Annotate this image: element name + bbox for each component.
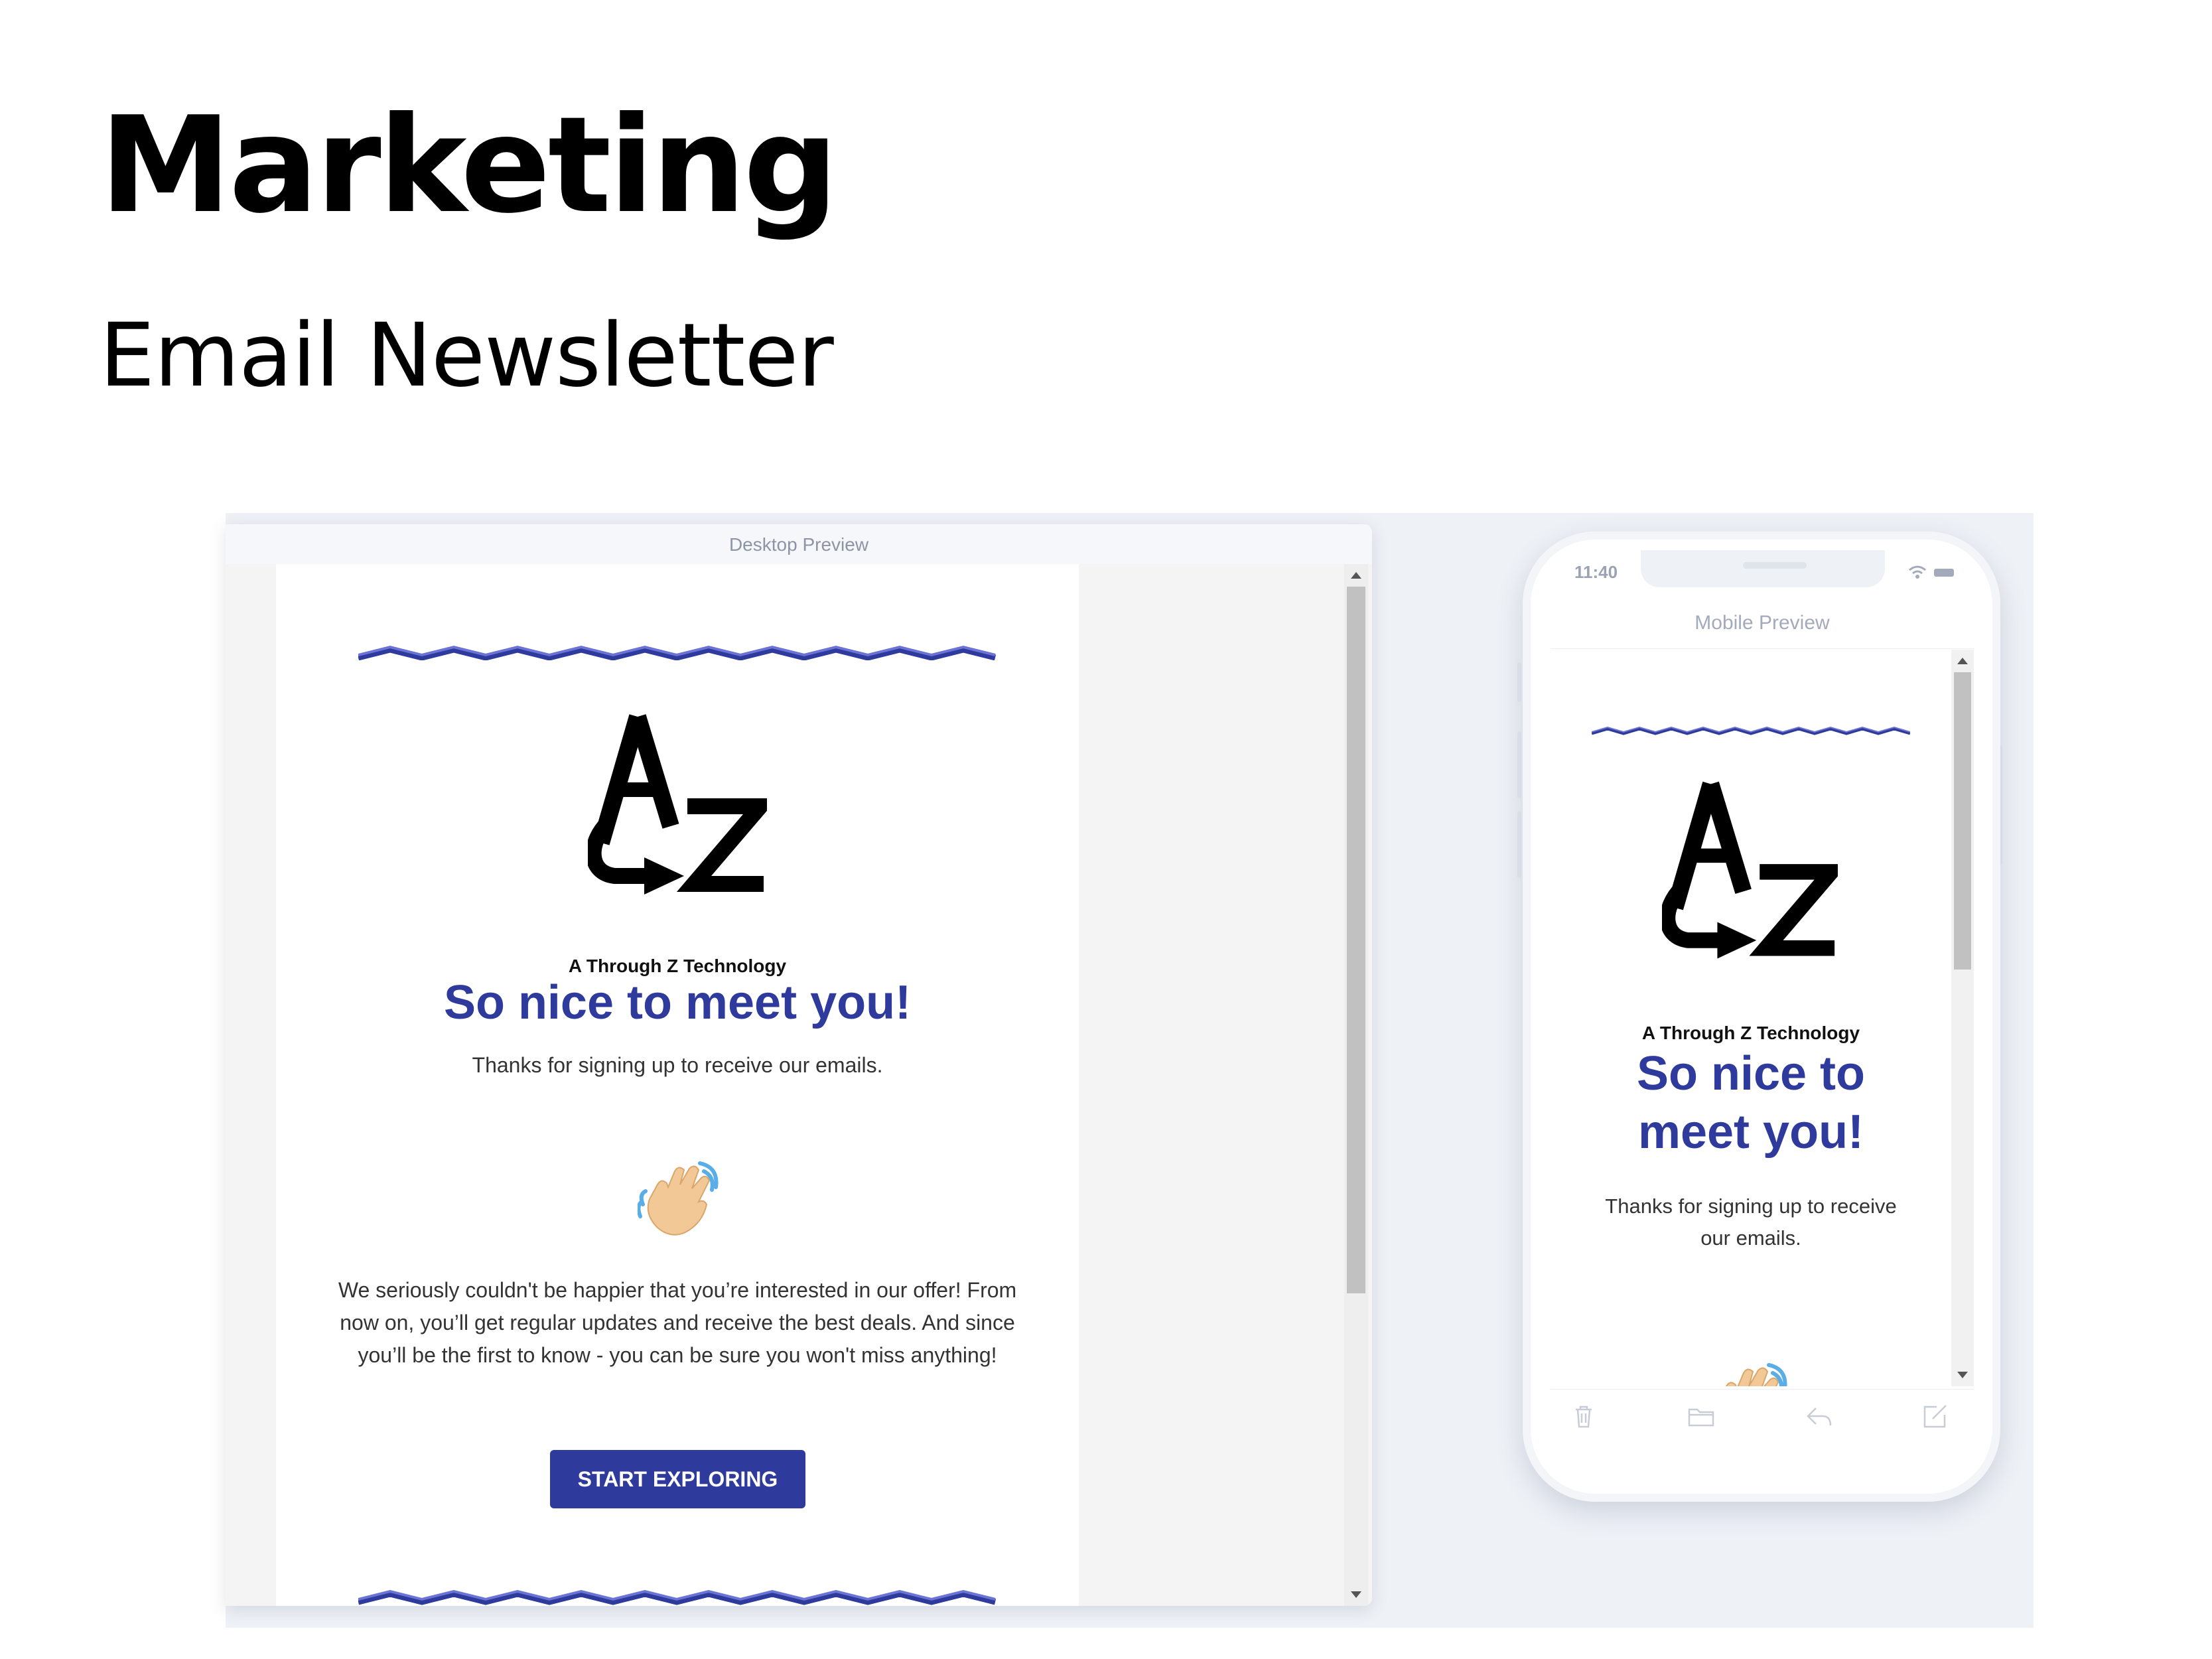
mobile-headline-line-2: meet you!: [1637, 1106, 1864, 1159]
reply-icon[interactable]: [1804, 1402, 1833, 1431]
scroll-down-arrow[interactable]: [1351, 1591, 1361, 1598]
phone-volume-down: [1517, 812, 1521, 878]
mobile-email-frame[interactable]: A Through Z Technology So nice to meet y…: [1551, 650, 1974, 1386]
mobile-zigzag-divider: [1592, 726, 1910, 735]
body-paragraph: We seriously couldn't be happier that yo…: [316, 1274, 1039, 1372]
folder-icon[interactable]: [1687, 1402, 1716, 1431]
desktop-preview-window: Desktop Preview A Through Z Technology S…: [226, 524, 1372, 1606]
body-line-1: We seriously couldn't be happier that yo…: [338, 1278, 1017, 1302]
brand-name: A Through Z Technology: [568, 956, 787, 976]
atz-logo: [588, 714, 767, 895]
preview-stage: Desktop Preview A Through Z Technology S…: [226, 513, 2034, 1628]
phone-side-button: [1517, 662, 1521, 702]
start-exploring-button[interactable]: START EXPLORING: [550, 1450, 805, 1508]
intro-text: Thanks for signing up to receive our ema…: [472, 1053, 883, 1077]
phone-speaker: [1743, 562, 1807, 569]
body-line-3: you’ll be the first to know - you can be…: [358, 1343, 997, 1367]
mobile-scroll-up-arrow[interactable]: [1957, 658, 1968, 664]
mobile-scrollbar[interactable]: [1951, 650, 1974, 1386]
page-subtitle: Email Newsletter: [100, 305, 834, 407]
mobile-brand-name: A Through Z Technology: [1641, 1023, 1860, 1043]
compose-icon[interactable]: [1921, 1402, 1950, 1431]
desktop-preview-label: Desktop Preview: [226, 524, 1372, 564]
trash-icon[interactable]: [1569, 1402, 1598, 1431]
battery-icon: [1934, 569, 1954, 577]
phone-volume-up: [1517, 732, 1521, 798]
mobile-intro-text: Thanks for signing up to receive our ema…: [1551, 1190, 1951, 1254]
mobile-intro-line-2: our emails.: [1700, 1226, 1801, 1250]
page-title: Marketing: [100, 88, 839, 243]
headline: So nice to meet you!: [443, 976, 912, 1029]
mobile-intro-line-1: Thanks for signing up to receive: [1605, 1194, 1897, 1218]
mobile-preview-phone: 11:40 Mobile Preview A Through Z Technol…: [1523, 532, 2000, 1502]
mobile-atz-logo: [1662, 781, 1838, 959]
zigzag-divider-top: [358, 645, 997, 660]
waving-hand-icon: [638, 1161, 719, 1236]
mobile-headline-line-1: So nice to: [1636, 1047, 1866, 1100]
mobile-waving-hand-icon: [1725, 1363, 1787, 1386]
status-bar-time: 11:40: [1574, 562, 1618, 582]
mobile-headline: So nice to meet you!: [1551, 1045, 1951, 1161]
scroll-up-arrow[interactable]: [1351, 572, 1361, 579]
mobile-scroll-thumb[interactable]: [1954, 672, 1971, 970]
mobile-preview-label: Mobile Preview: [1551, 598, 1974, 649]
wifi-icon: [1909, 565, 1926, 579]
zigzag-divider-bottom: [358, 1589, 997, 1605]
desktop-scroll-thumb[interactable]: [1347, 587, 1365, 1293]
mobile-scroll-down-arrow[interactable]: [1957, 1372, 1968, 1378]
phone-notch: [1641, 550, 1885, 587]
mobile-mail-toolbar: [1551, 1389, 1974, 1443]
body-line-2: now on, you’ll get regular updates and r…: [340, 1311, 1015, 1334]
desktop-scrollbar[interactable]: [1344, 564, 1368, 1606]
email-body: A Through Z Technology So nice to meet y…: [276, 564, 1079, 1606]
desktop-email-frame[interactable]: A Through Z Technology So nice to meet y…: [226, 564, 1372, 1606]
